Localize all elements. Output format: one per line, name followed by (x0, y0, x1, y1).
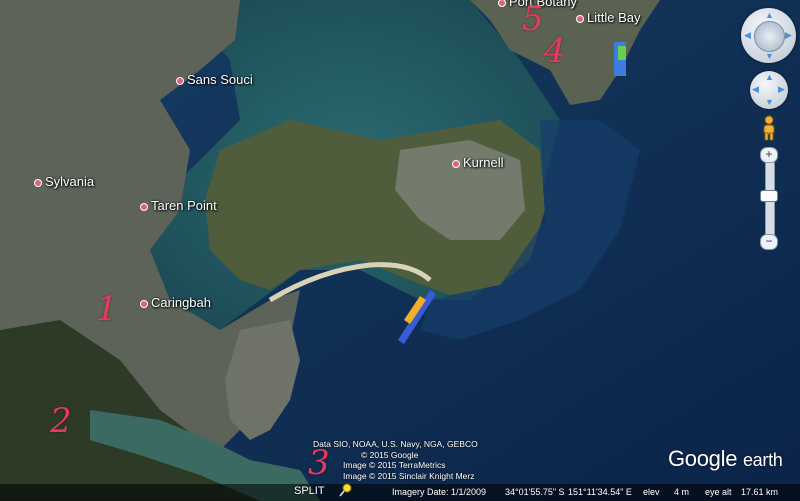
look-up-arrow-icon[interactable]: ▲ (765, 73, 774, 82)
place-label-sylvania[interactable]: Sylvania (34, 174, 94, 189)
longitude-readout: 151°11'34.54" E (568, 487, 632, 497)
look-down-arrow-icon[interactable]: ▼ (765, 98, 774, 107)
eye-alt-value: 17.61 km (741, 487, 779, 497)
nav-down-arrow-icon[interactable]: ▼ (765, 52, 774, 61)
nav-up-arrow-icon[interactable]: ▲ (765, 11, 774, 20)
look-right-arrow-icon[interactable]: ▶ (778, 85, 785, 94)
map-view[interactable]: Sans Souci Sylvania Taren Point Kurnell … (0, 0, 800, 501)
annotation-number-2: 2 (50, 401, 72, 441)
annotation-number-5: 5 (522, 0, 544, 39)
look-joystick[interactable]: ▲ ▼ ◀ ▶ (750, 71, 788, 109)
place-marker-icon (498, 0, 506, 7)
pegman-icon[interactable] (760, 115, 778, 141)
elev-value: 4 m (674, 487, 690, 497)
place-label-kurnell[interactable]: Kurnell (452, 155, 503, 170)
imagery-date: Imagery Date: 1/1/2009 (392, 487, 487, 497)
nav-left-arrow-icon[interactable]: ◀ (744, 31, 751, 40)
split-label[interactable]: SPLIT (294, 485, 325, 497)
imagery-attribution: Data SIO, NOAA, U.S. Navy, NGA, GEBCO © … (313, 439, 478, 481)
eye-alt-label: eye alt (705, 487, 732, 497)
pushpin-icon[interactable] (338, 483, 354, 497)
place-label-sans-souci[interactable]: Sans Souci (176, 72, 253, 87)
satellite-imagery (0, 0, 800, 501)
place-marker-icon (452, 159, 460, 168)
zoom-out-button[interactable]: − (760, 234, 778, 250)
place-marker-icon (34, 178, 42, 187)
zoom-in-button[interactable]: + (760, 147, 778, 163)
annotation-number-1: 1 (96, 289, 118, 329)
google-earth-logo: Google earth (668, 446, 783, 471)
place-marker-icon (140, 299, 148, 308)
zoom-slider-thumb[interactable] (760, 190, 778, 202)
place-label-taren-point[interactable]: Taren Point (140, 198, 217, 213)
latitude-readout: 34°01'55.75" S (505, 487, 565, 497)
nav-right-arrow-icon[interactable]: ▶ (785, 31, 792, 40)
place-marker-icon (576, 14, 584, 23)
look-left-arrow-icon[interactable]: ◀ (752, 85, 759, 94)
eye-icon[interactable] (754, 21, 785, 52)
status-bar: Imagery Date: 1/1/2009 34°01'55.75" S 15… (0, 484, 800, 501)
elev-label: elev (643, 487, 660, 497)
navigation-ring[interactable]: ▲ ▼ ◀ ▶ (741, 8, 796, 63)
place-marker-icon (140, 202, 148, 211)
place-label-little-bay[interactable]: Little Bay (576, 10, 640, 25)
place-marker-icon (176, 76, 184, 85)
zoom-slider-track[interactable] (765, 160, 775, 244)
annotation-number-4: 4 (544, 31, 566, 71)
place-label-caringbah[interactable]: Caringbah (140, 295, 211, 310)
